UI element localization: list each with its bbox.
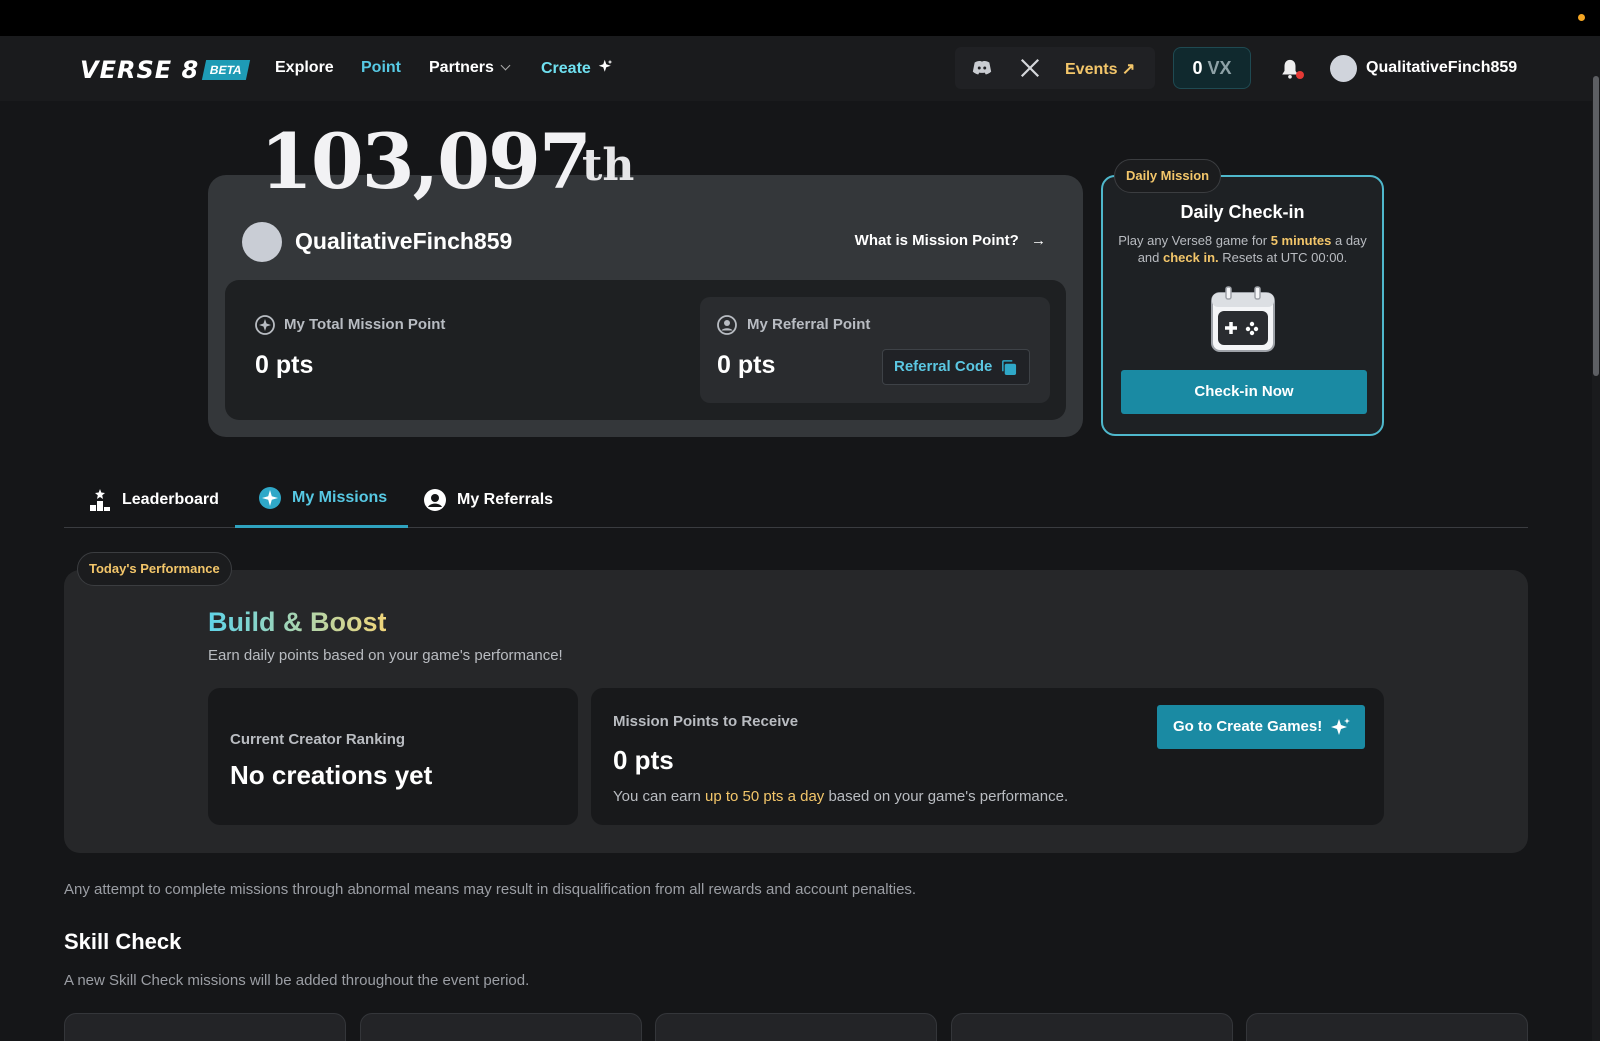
rank-suffix: th	[582, 140, 635, 191]
referral-point-card: My Referral Point 0 pts Referral Code	[700, 297, 1050, 403]
avatar[interactable]	[1330, 55, 1357, 82]
daily-checkin-title: Daily Check-in	[1180, 202, 1305, 222]
skill-check-card[interactable]	[360, 1013, 642, 1041]
creator-ranking-card: Current Creator Ranking No creations yet	[208, 688, 578, 825]
build-boost-subtitle: Earn daily points based on your game's p…	[208, 647, 563, 664]
mission-points-receive-value: 0 pts	[613, 745, 674, 775]
top-navigation: VERSE 8 BETA Explore Point Partners Crea…	[0, 36, 1592, 101]
daily-checkin-desc: Play any Verse8 game for 5 minutes a day…	[1118, 233, 1367, 265]
referral-user-icon	[717, 315, 737, 335]
verse8-logo[interactable]: VERSE 8 BETA	[80, 56, 251, 84]
creator-ranking-value: No creations yet	[230, 760, 433, 790]
daily-checkin-card: Daily Check-in Play any Verse8 game for …	[1101, 175, 1384, 436]
user-circle-icon	[424, 488, 446, 511]
arrow-right-icon: →	[1031, 232, 1046, 249]
total-mission-point-value: 0 pts	[255, 351, 314, 379]
skill-check-title: Skill Check	[64, 929, 182, 954]
mission-points-note: You can earn up to 50 pts a day based on…	[613, 788, 1069, 805]
tab-my-referrals-label: My Referrals	[457, 490, 554, 508]
what-is-mission-point-link[interactable]: What is Mission Point? →	[855, 232, 1046, 249]
vx-balance[interactable]: 0 VX	[1173, 47, 1251, 89]
discord-icon[interactable]	[971, 57, 993, 79]
total-mission-point-label: My Total Mission Point	[284, 316, 446, 333]
skill-check-subtitle: A new Skill Check missions will be added…	[64, 972, 530, 989]
profile-avatar	[242, 222, 282, 262]
mission-star-icon	[259, 487, 281, 509]
nav-create-label: Create	[541, 60, 591, 77]
daily-mission-badge: Daily Mission	[1114, 159, 1222, 193]
tab-leaderboard[interactable]: Leaderboard	[88, 471, 219, 528]
calendar-gamepad-icon	[1211, 286, 1275, 352]
referral-code-button[interactable]: Referral Code	[882, 349, 1030, 385]
create-games-label: Go to Create Games!	[1173, 718, 1323, 735]
tab-leaderboard-label: Leaderboard	[122, 490, 219, 508]
profile-username: QualitativeFinch859	[295, 228, 513, 254]
logo-text: VERSE 8	[80, 56, 200, 84]
sparkle-icon	[599, 59, 613, 72]
skill-check-card[interactable]	[64, 1013, 346, 1041]
nav-point[interactable]: Point	[361, 59, 401, 77]
creator-ranking-label: Current Creator Ranking	[230, 731, 406, 748]
nav-partners[interactable]: Partners	[429, 59, 511, 77]
skill-check-card[interactable]	[1246, 1013, 1528, 1041]
vx-amount: 0	[1192, 58, 1203, 78]
todays-performance-badge: Today's Performance	[77, 552, 232, 586]
social-links-box: Events ↗	[955, 47, 1155, 89]
profile-card: QualitativeFinch859 What is Mission Poin…	[208, 175, 1083, 437]
skill-check-card[interactable]	[655, 1013, 937, 1041]
mission-points-receive-label: Mission Points to Receive	[613, 713, 799, 730]
check-in-now-button[interactable]: Check-in Now	[1121, 370, 1367, 414]
skill-check-card[interactable]	[951, 1013, 1233, 1041]
mission-points-receive-card: Mission Points to Receive 0 pts You can …	[591, 688, 1384, 825]
events-link[interactable]: Events ↗	[1065, 59, 1135, 79]
browser-top-bar	[0, 0, 1600, 36]
sparkle-icon	[1331, 718, 1350, 735]
scrollbar[interactable]	[1592, 36, 1600, 1041]
what-link-label: What is Mission Point?	[854, 232, 1019, 249]
go-to-create-games-button[interactable]: Go to Create Games!	[1157, 705, 1365, 749]
vx-unit: VX	[1207, 58, 1232, 78]
status-dot	[1578, 14, 1585, 21]
skill-check-cards	[64, 1013, 1528, 1041]
tab-my-missions-label: My Missions	[292, 489, 388, 506]
beta-badge: BETA	[202, 60, 251, 80]
tab-my-missions[interactable]: My Missions	[235, 471, 409, 528]
rank-number: 103,097	[260, 117, 592, 206]
build-boost-title: Build & Boost	[208, 607, 387, 637]
abnormal-means-warning: Any attempt to complete missions through…	[64, 881, 917, 898]
referral-code-label: Referral Code	[894, 358, 993, 375]
referral-point-value: 0 pts	[717, 351, 776, 379]
referral-point-label: My Referral Point	[747, 316, 871, 333]
x-twitter-icon[interactable]	[1019, 57, 1041, 79]
mission-point-icon	[255, 315, 275, 335]
nav-username[interactable]: QualitativeFinch859	[1366, 59, 1517, 77]
podium-icon	[90, 488, 110, 511]
scroll-thumb[interactable]	[1593, 76, 1599, 376]
mission-tabs: Leaderboard My Missions My Referrals	[64, 471, 1528, 528]
build-boost-card: Build & Boost Earn daily points based on…	[64, 570, 1528, 853]
copy-icon	[1002, 360, 1017, 376]
nav-create[interactable]: Create	[541, 59, 613, 78]
chevron-down-icon	[500, 60, 511, 71]
points-card: My Total Mission Point 0 pts My Referral…	[225, 280, 1066, 420]
tab-my-referrals[interactable]: My Referrals	[423, 471, 553, 528]
notification-dot	[1296, 71, 1304, 79]
nav-explore[interactable]: Explore	[275, 59, 334, 77]
nav-partners-label: Partners	[429, 59, 494, 76]
